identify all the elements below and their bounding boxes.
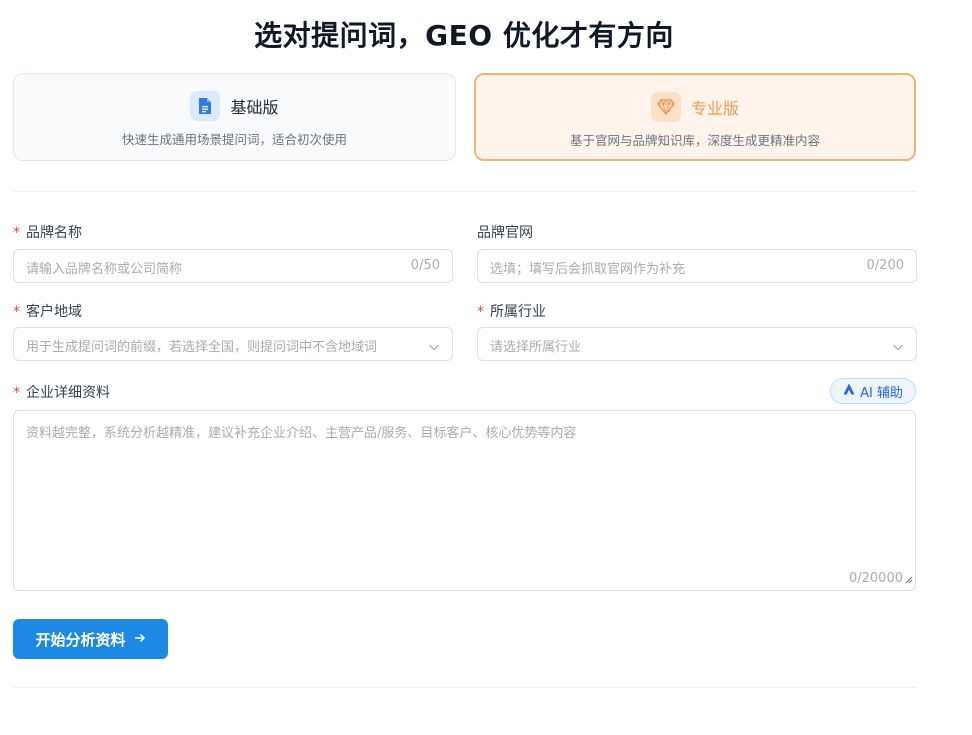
- required-mark: *: [477, 304, 484, 320]
- divider-top: [13, 191, 916, 192]
- brand-name-label: * 品牌名称: [13, 222, 82, 242]
- diamond-icon: [650, 92, 681, 122]
- company-details-placeholder: 资料越完整，系统分析越精准，建议补充企业介绍、主营产品/服务、目标客户、核心优势…: [26, 426, 577, 441]
- plan-card-basic-header: 基础版: [14, 91, 455, 121]
- required-mark: *: [13, 385, 20, 401]
- brand-name-count: 0/50: [410, 258, 440, 273]
- customer-region-placeholder: 用于生成提问词的前缀，若选择全国，则提问词中不含地域词: [26, 340, 378, 355]
- industry-label-text: 所属行业: [490, 304, 546, 320]
- brand-website-label: 品牌官网: [477, 222, 533, 242]
- brand-name-label-text: 品牌名称: [26, 225, 82, 241]
- required-mark: *: [13, 304, 20, 320]
- arrow-right-icon: [134, 630, 146, 648]
- divider-bottom: [13, 687, 916, 688]
- plan-basic-title: 基础版: [230, 98, 279, 117]
- start-analysis-button[interactable]: 开始分析资料: [13, 619, 168, 659]
- ai-assist-label: AI 辅助: [860, 385, 903, 401]
- required-mark: *: [13, 225, 20, 241]
- brand-website-placeholder: 选填；填写后会抓取官网作为补充: [490, 262, 686, 277]
- brand-website-label-text: 品牌官网: [477, 225, 533, 241]
- page: 选对提问词，GEO 优化才有方向 基础版 快速生成通用场景提问词，适合初次使用: [0, 0, 972, 735]
- brand-website-count: 0/200: [866, 258, 904, 273]
- brand-website-input[interactable]: 选填；填写后会抓取官网作为补充 0/200: [477, 249, 917, 283]
- company-details-label: * 企业详细资料: [13, 382, 110, 402]
- customer-region-select[interactable]: 用于生成提问词的前缀，若选择全国，则提问词中不含地域词: [13, 327, 453, 361]
- plan-pro-description: 基于官网与品牌知识库，深度生成更精准内容: [569, 133, 820, 148]
- industry-placeholder: 请选择所属行业: [490, 340, 582, 355]
- company-details-label-text: 企业详细资料: [26, 385, 110, 401]
- plan-card-pro[interactable]: 专业版 基于官网与品牌知识库，深度生成更精准内容: [474, 73, 916, 161]
- ai-logo-icon: [843, 383, 855, 399]
- start-analysis-label: 开始分析资料: [35, 630, 126, 649]
- industry-label: * 所属行业: [477, 301, 546, 321]
- plan-card-basic[interactable]: 基础版 快速生成通用场景提问词，适合初次使用: [13, 73, 456, 161]
- brand-name-input[interactable]: 请输入品牌名称或公司简称 0/50: [13, 249, 453, 283]
- industry-select[interactable]: 请选择所属行业: [477, 327, 917, 361]
- customer-region-label: * 客户地域: [13, 301, 82, 321]
- company-details-textarea[interactable]: 资料越完整，系统分析越精准，建议补充企业介绍、主营产品/服务、目标客户、核心优势…: [13, 410, 916, 591]
- plan-pro-title: 专业版: [690, 99, 739, 118]
- company-details-count: 0/20000: [848, 571, 903, 586]
- ai-assist-button[interactable]: AI 辅助: [830, 378, 916, 404]
- resize-handle-icon[interactable]: [905, 569, 913, 588]
- plan-basic-description: 快速生成通用场景提问词，适合初次使用: [121, 132, 347, 147]
- document-icon: [190, 91, 221, 121]
- chevron-down-icon: [428, 338, 440, 357]
- customer-region-label-text: 客户地域: [26, 304, 82, 320]
- plan-card-pro-header: 专业版: [476, 92, 914, 122]
- brand-name-placeholder: 请输入品牌名称或公司简称: [26, 262, 183, 277]
- chevron-down-icon: [892, 338, 904, 357]
- page-title: 选对提问词，GEO 优化才有方向: [254, 19, 674, 52]
